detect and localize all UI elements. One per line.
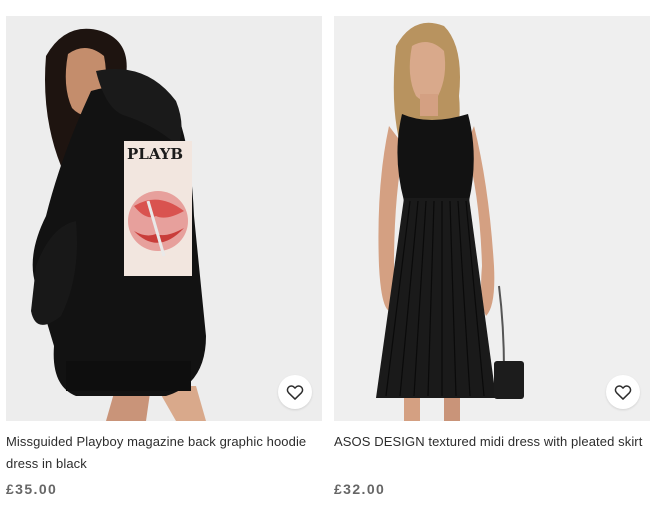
save-for-later-button[interactable]: [278, 375, 312, 409]
save-for-later-button[interactable]: [606, 375, 640, 409]
product-grid: PLAYB Missguided Playboy magazine back g…: [0, 0, 657, 520]
product-title[interactable]: Missguided Playboy magazine back graphic…: [6, 431, 322, 475]
product-price: £35.00: [6, 481, 58, 497]
heart-outline-icon: [614, 385, 632, 400]
product-image: [334, 16, 650, 421]
product-image: PLAYB: [6, 16, 322, 421]
product-price: £32.00: [334, 481, 386, 497]
heart-outline-icon: [286, 385, 304, 400]
product-title[interactable]: ASOS DESIGN textured midi dress with ple…: [334, 431, 650, 475]
product-image-link[interactable]: [334, 16, 650, 421]
product-card[interactable]: PLAYB Missguided Playboy magazine back g…: [6, 16, 322, 497]
print-text: PLAYB: [127, 145, 183, 163]
product-image-link[interactable]: PLAYB: [6, 16, 322, 421]
product-card[interactable]: ASOS DESIGN textured midi dress with ple…: [334, 16, 650, 497]
